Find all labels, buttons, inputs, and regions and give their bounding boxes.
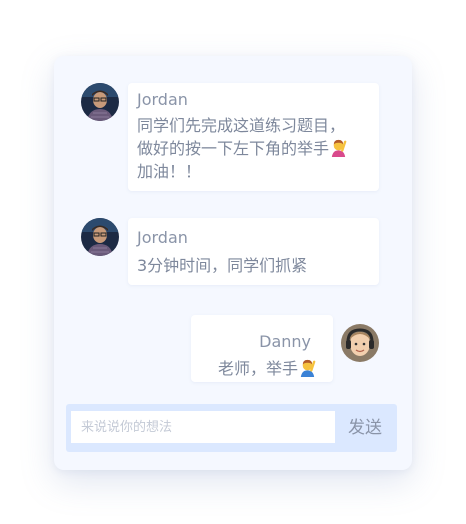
message-bubble: Jordan 同学们先完成这道练习题目， 做好的按一下左下角的举手 加油！！ <box>128 83 379 191</box>
message-text: 老师，举手 <box>218 357 317 380</box>
sender-name: Jordan <box>137 90 188 109</box>
message-line: 做好的按一下左下角的举手 <box>137 137 348 160</box>
avatar-jordan <box>81 83 119 121</box>
person-raising-hand-emoji <box>331 139 347 157</box>
send-button[interactable]: 发送 <box>348 416 382 440</box>
message-item: Jordan 同学们先完成这道练习题目， 做好的按一下左下角的举手 加油！！ <box>54 56 412 196</box>
message-text: 同学们先完成这道练习题目， 做好的按一下左下角的举手 加油！！ <box>137 114 348 183</box>
message-item: Danny 老师，举手 <box>54 306 412 396</box>
avatar-jordan <box>81 218 119 256</box>
message-item: Jordan 3分钟时间，同学们抓紧 <box>54 196 412 296</box>
message-line: 同学们先完成这道练习题目， <box>137 116 346 135</box>
person-raising-hand-emoji <box>300 359 316 377</box>
chat-panel: Jordan 同学们先完成这道练习题目， 做好的按一下左下角的举手 加油！！ J <box>54 56 412 470</box>
message-input[interactable] <box>71 411 335 443</box>
message-composer: 发送 <box>66 404 397 452</box>
sender-name: Danny <box>259 332 311 351</box>
avatar-danny <box>341 324 379 362</box>
message-bubble: Jordan 3分钟时间，同学们抓紧 <box>128 218 379 285</box>
message-bubble: Danny 老师，举手 <box>191 315 333 382</box>
message-text: 3分钟时间，同学们抓紧 <box>137 256 308 275</box>
sender-name: Jordan <box>137 228 188 247</box>
message-line: 加油！！ <box>137 162 202 181</box>
